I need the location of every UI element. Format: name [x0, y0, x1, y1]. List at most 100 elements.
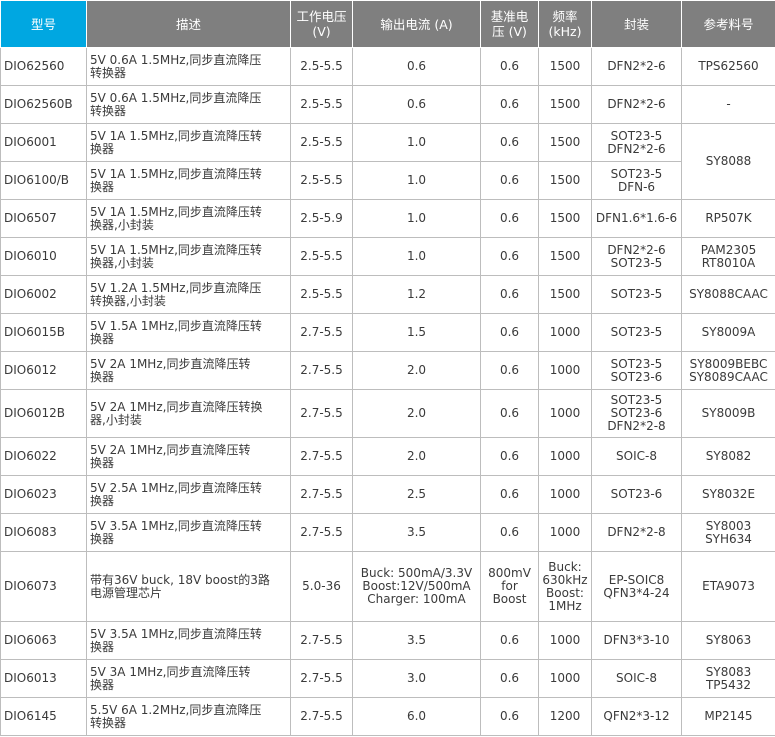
reference-cell: SY8009B: [681, 389, 775, 438]
frequency-cell: 1200: [538, 697, 592, 736]
voltage-cell: 2.7-5.5: [290, 351, 353, 390]
reference-cell: MP2145: [681, 697, 775, 736]
table-row: DIO62560 5V 0.6A 1.5MHz,同步直流降压 转换器 2.5-5.5…: [0, 47, 775, 86]
model-cell: DIO6145: [0, 697, 87, 736]
package-cell: SOIC-8: [591, 437, 682, 476]
vref-cell: 0.6: [480, 437, 539, 476]
frequency-cell: 1500: [538, 275, 592, 314]
reference-cell: SY8009A: [681, 313, 775, 352]
frequency-cell: 1500: [538, 237, 592, 276]
description-cell: 5V 2A 1MHz,同步直流降压转 换器: [86, 437, 291, 476]
header-row: 型号 描述 工作电压 (V) 输出电流 (A) 基准电 压 (V) 频率 (kH…: [0, 0, 775, 48]
voltage-cell: 2.5-5.5: [290, 275, 353, 314]
package-cell: DFN3*3-10: [591, 621, 682, 660]
header-vref: 基准电 压 (V): [480, 0, 539, 48]
current-cell: 3.0: [352, 659, 481, 698]
header-description: 描述: [86, 0, 291, 48]
vref-cell: 0.6: [480, 313, 539, 352]
description-cell: 5V 1A 1.5MHz,同步直流降压转 换器,小封装: [86, 199, 291, 238]
model-cell: DIO6063: [0, 621, 87, 660]
package-cell: SOT23-5 SOT23-6: [591, 351, 682, 390]
voltage-cell: 2.7-5.5: [290, 437, 353, 476]
current-cell: 1.0: [352, 123, 481, 162]
vref-cell: 800mV for Boost: [480, 551, 539, 622]
frequency-cell: 1000: [538, 313, 592, 352]
vref-cell: 0.6: [480, 389, 539, 438]
vref-cell: 0.6: [480, 275, 539, 314]
description-cell: 5V 3.5A 1MHz,同步直流降压转 换器: [86, 621, 291, 660]
model-cell: DIO6013: [0, 659, 87, 698]
frequency-cell: 1500: [538, 123, 592, 162]
package-cell: EP-SOIC8 QFN3*4-24: [591, 551, 682, 622]
vref-cell: 0.6: [480, 47, 539, 86]
frequency-cell: 1000: [538, 513, 592, 552]
header-current: 输出电流 (A): [352, 0, 481, 48]
product-table: 型号 描述 工作电压 (V) 输出电流 (A) 基准电 压 (V) 频率 (kH…: [0, 0, 775, 736]
current-cell: 3.5: [352, 621, 481, 660]
voltage-cell: 2.7-5.5: [290, 313, 353, 352]
model-cell: DIO6100/B: [0, 161, 87, 200]
frequency-cell: 1500: [538, 199, 592, 238]
package-cell: SOT23-5: [591, 275, 682, 314]
frequency-cell: 1500: [538, 161, 592, 200]
package-cell: QFN2*3-12: [591, 697, 682, 736]
model-cell: DIO6010: [0, 237, 87, 276]
frequency-cell: 1000: [538, 351, 592, 390]
description-cell: 5V 1A 1.5MHz,同步直流降压转 换器,小封装: [86, 237, 291, 276]
reference-cell: SY8032E: [681, 475, 775, 514]
vref-cell: 0.6: [480, 621, 539, 660]
voltage-cell: 2.7-5.5: [290, 389, 353, 438]
model-cell: DIO6012B: [0, 389, 87, 438]
package-cell: DFN2*2-6: [591, 85, 682, 124]
table-row: DIO6015B 5V 1.5A 1MHz,同步直流降压转 换器 2.7-5.5 1.…: [0, 313, 775, 352]
reference-cell: SY8083 TP5432: [681, 659, 775, 698]
model-cell: DIO6002: [0, 275, 87, 314]
reference-cell: SY8063: [681, 621, 775, 660]
model-cell: DIO6015B: [0, 313, 87, 352]
current-cell: 0.6: [352, 47, 481, 86]
table-row: DIO6023 5V 2.5A 1MHz,同步直流降压转 换器 2.7-5.5 2.5…: [0, 475, 775, 514]
model-cell: DIO6083: [0, 513, 87, 552]
current-cell: 2.5: [352, 475, 481, 514]
frequency-cell: 1000: [538, 475, 592, 514]
voltage-cell: 2.7-5.5: [290, 621, 353, 660]
reference-cell: SY8088CAAC: [681, 275, 775, 314]
reference-cell: ETA9073: [681, 551, 775, 622]
table-row: DIO6073 带有36V buck, 18V boost的3路 电源管理芯片 5.…: [0, 551, 775, 622]
reference-cell: TPS62560: [681, 47, 775, 86]
frequency-cell: 1000: [538, 621, 592, 660]
description-cell: 带有36V buck, 18V boost的3路 电源管理芯片: [86, 551, 291, 622]
table-row: DIO6083 5V 3.5A 1MHz,同步直流降压转 换器 2.7-5.5 3.5…: [0, 513, 775, 552]
package-cell: SOT23-5 DFN-6: [591, 161, 682, 200]
table-row: DIO6100/B 5V 1A 1.5MHz,同步直流降压转 换器 2.5-5.5 1…: [0, 161, 775, 200]
vref-cell: 0.6: [480, 351, 539, 390]
current-cell: 1.2: [352, 275, 481, 314]
table-row: DIO6012B 5V 2A 1MHz,同步直流降压转换 器,小封装 2.7-5.5…: [0, 389, 775, 438]
package-cell: SOT23-5: [591, 313, 682, 352]
current-cell: 6.0: [352, 697, 481, 736]
description-cell: 5V 1A 1.5MHz,同步直流降压转 换器: [86, 123, 291, 162]
model-cell: DIO6073: [0, 551, 87, 622]
voltage-cell: 2.5-5.5: [290, 85, 353, 124]
table-row: DIO6063 5V 3.5A 1MHz,同步直流降压转 换器 2.7-5.5 3.5…: [0, 621, 775, 660]
vref-cell: 0.6: [480, 85, 539, 124]
vref-cell: 0.6: [480, 161, 539, 200]
package-cell: DFN2*2-8: [591, 513, 682, 552]
current-cell: 1.0: [352, 237, 481, 276]
reference-cell: SY8009BEBC SY8089CAAC: [681, 351, 775, 390]
description-cell: 5V 1.2A 1.5MHz,同步直流降压 转换器,小封装: [86, 275, 291, 314]
frequency-cell: 1000: [538, 389, 592, 438]
package-cell: DFN2*2-6 SOT23-5: [591, 237, 682, 276]
table-row: DIO6010 5V 1A 1.5MHz,同步直流降压转 换器,小封装 2.5-5.…: [0, 237, 775, 276]
reference-cell: RP507K: [681, 199, 775, 238]
current-cell: 1.5: [352, 313, 481, 352]
vref-cell: 0.6: [480, 697, 539, 736]
frequency-cell: 1000: [538, 437, 592, 476]
voltage-cell: 2.5-5.5: [290, 47, 353, 86]
model-cell: DIO62560B: [0, 85, 87, 124]
current-cell: 2.0: [352, 389, 481, 438]
current-cell: 2.0: [352, 351, 481, 390]
header-reference: 参考料号: [681, 0, 775, 48]
header-package: 封装: [591, 0, 682, 48]
voltage-cell: 2.7-5.5: [290, 697, 353, 736]
